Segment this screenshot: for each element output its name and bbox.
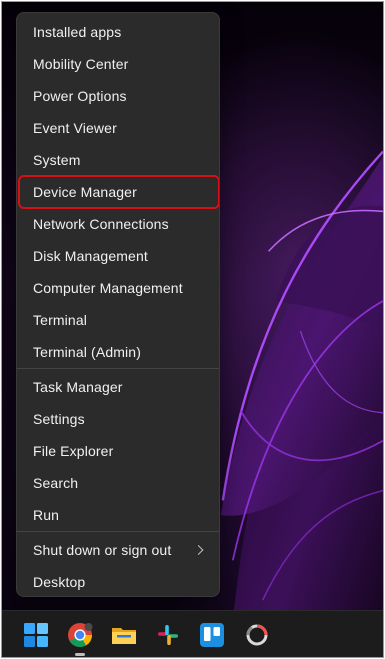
menu-item-network-connections[interactable]: Network Connections bbox=[20, 209, 218, 239]
menu-item-settings[interactable]: Settings bbox=[20, 404, 218, 434]
menu-separator bbox=[17, 531, 219, 532]
menu-item-run[interactable]: Run bbox=[20, 500, 218, 530]
menu-item-event-viewer[interactable]: Event Viewer bbox=[20, 113, 218, 143]
start-button[interactable] bbox=[21, 620, 51, 650]
file-explorer-icon bbox=[112, 628, 136, 644]
ring-app-icon bbox=[246, 624, 268, 646]
menu-item-label: Terminal (Admin) bbox=[33, 344, 142, 360]
windows-start-icon bbox=[24, 623, 48, 647]
menu-item-label: Power Options bbox=[33, 88, 127, 104]
menu-item-label: File Explorer bbox=[33, 443, 114, 459]
menu-item-task-manager[interactable]: Task Manager bbox=[20, 372, 218, 402]
desktop-screen: Installed apps Mobility Center Power Opt… bbox=[1, 1, 384, 658]
trello-icon bbox=[200, 623, 224, 647]
menu-item-label: Search bbox=[33, 475, 79, 491]
menu-item-label: Disk Management bbox=[33, 248, 148, 264]
chevron-right-icon bbox=[193, 545, 204, 555]
menu-item-file-explorer[interactable]: File Explorer bbox=[20, 436, 218, 466]
taskbar-trello[interactable] bbox=[197, 620, 227, 650]
slack-icon bbox=[158, 625, 178, 645]
running-indicator bbox=[75, 653, 85, 656]
taskbar-slack[interactable] bbox=[153, 620, 183, 650]
menu-item-system[interactable]: System bbox=[20, 145, 218, 175]
menu-separator bbox=[17, 368, 219, 369]
winx-context-menu: Installed apps Mobility Center Power Opt… bbox=[16, 12, 220, 597]
menu-item-installed-apps[interactable]: Installed apps bbox=[20, 17, 218, 47]
taskbar bbox=[2, 610, 383, 657]
menu-item-label: Computer Management bbox=[33, 280, 183, 296]
menu-item-computer-management[interactable]: Computer Management bbox=[20, 273, 218, 303]
menu-item-label: System bbox=[33, 152, 81, 168]
menu-item-label: Settings bbox=[33, 411, 85, 427]
menu-item-desktop[interactable]: Desktop bbox=[20, 567, 218, 596]
menu-item-label: Device Manager bbox=[33, 184, 137, 200]
menu-item-power-options[interactable]: Power Options bbox=[20, 81, 218, 111]
taskbar-file-explorer[interactable] bbox=[109, 620, 139, 650]
menu-item-label: Event Viewer bbox=[33, 120, 117, 136]
taskbar-chrome[interactable] bbox=[65, 620, 95, 656]
menu-item-label: Desktop bbox=[33, 574, 86, 590]
menu-item-label: Installed apps bbox=[33, 24, 122, 40]
menu-item-label: Run bbox=[33, 507, 60, 523]
menu-item-terminal[interactable]: Terminal bbox=[20, 305, 218, 335]
menu-item-mobility-center[interactable]: Mobility Center bbox=[20, 49, 218, 79]
menu-item-label: Network Connections bbox=[33, 216, 169, 232]
menu-item-terminal-admin[interactable]: Terminal (Admin) bbox=[20, 337, 218, 367]
menu-item-label: Terminal bbox=[33, 312, 88, 328]
menu-item-search[interactable]: Search bbox=[20, 468, 218, 498]
menu-item-shut-down-or-sign-out[interactable]: Shut down or sign out bbox=[20, 535, 218, 565]
menu-item-device-manager[interactable]: Device Manager bbox=[18, 175, 219, 209]
menu-item-label: Mobility Center bbox=[33, 56, 129, 72]
chrome-icon bbox=[68, 623, 93, 648]
menu-item-disk-management[interactable]: Disk Management bbox=[20, 241, 218, 271]
menu-item-label: Task Manager bbox=[33, 379, 123, 395]
menu-item-label: Shut down or sign out bbox=[33, 542, 172, 558]
taskbar-ring-app[interactable] bbox=[242, 620, 272, 650]
